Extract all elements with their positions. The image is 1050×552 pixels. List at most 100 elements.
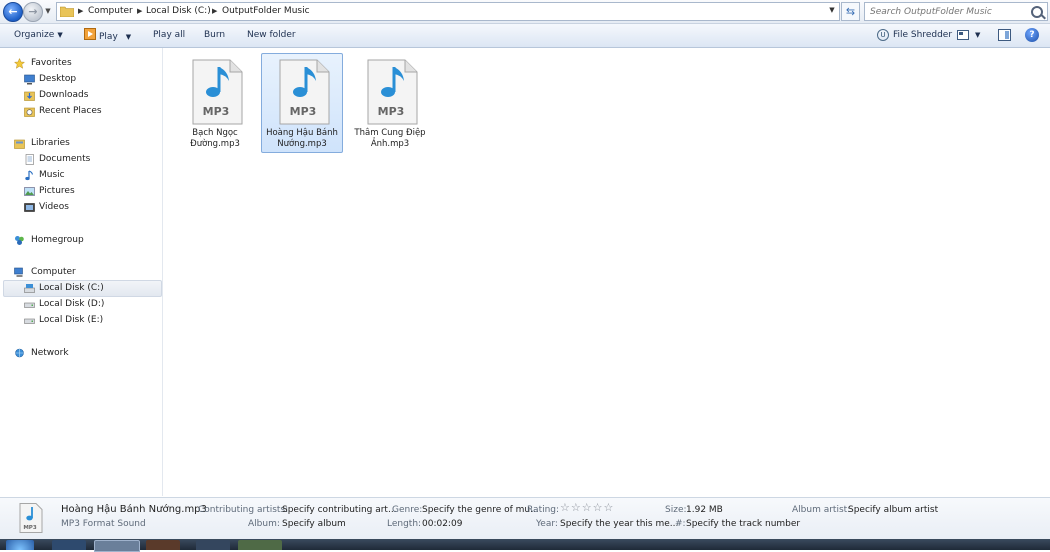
album-value[interactable]: Specify album xyxy=(282,518,346,530)
nav-videos[interactable]: Videos xyxy=(24,200,144,215)
breadcrumb-local-disk-c[interactable]: Local Disk (C:) xyxy=(146,5,211,18)
file-list-pane[interactable]: MP3 Bạch Ngọc Đường.mp3 MP3 Hoàng Hậu Bá… xyxy=(163,48,1050,496)
nav-label: Local Disk (C:) xyxy=(39,283,104,293)
search-icon[interactable] xyxy=(1031,6,1043,18)
nav-computer[interactable]: Computer xyxy=(14,265,134,280)
taskbar-button-ie[interactable] xyxy=(52,540,86,550)
length-value: 00:02:09 xyxy=(422,519,463,529)
album-artist-label: Album artist: xyxy=(792,505,851,515)
nav-libraries[interactable]: Libraries xyxy=(14,136,134,151)
mp3-icon-label: MP3 xyxy=(203,105,230,118)
view-options-icon[interactable] xyxy=(957,29,970,41)
hard-drive-icon xyxy=(24,318,35,324)
nav-label: Local Disk (E:) xyxy=(39,315,104,325)
homegroup-icon xyxy=(15,236,24,245)
year-value[interactable]: Specify the year this me... xyxy=(560,518,678,530)
nav-label: Homegroup xyxy=(31,235,84,245)
chevron-down-icon[interactable]: ▼ xyxy=(126,33,131,41)
play-all-button[interactable]: Play all xyxy=(153,28,185,43)
mp3-icon-label: MP3 xyxy=(378,105,405,118)
size-value: 1.92 MB xyxy=(686,505,723,515)
file-name: Hoàng Hậu Bánh Nướng.mp3 xyxy=(262,128,342,150)
file-item-hoang-hau-banh-nuong[interactable]: MP3 Hoàng Hậu Bánh Nướng.mp3 xyxy=(261,53,343,153)
track-number-value[interactable]: Specify the track number xyxy=(686,518,800,530)
nav-local-disk-d[interactable]: Local Disk (D:) xyxy=(24,297,144,312)
nav-label: Libraries xyxy=(31,138,70,148)
videos-icon xyxy=(24,203,35,212)
mp3-file-icon: MP3 xyxy=(192,59,243,125)
file-shredder-button[interactable]: U File Shredder xyxy=(877,28,952,43)
rating-label: Rating: xyxy=(527,505,560,515)
start-button[interactable] xyxy=(6,540,34,550)
address-dropdown-icon[interactable]: ▼ xyxy=(826,2,838,19)
taskbar-button-explorer[interactable] xyxy=(94,540,140,552)
file-name-line: Bạch Ngọc xyxy=(192,128,238,138)
nav-desktop[interactable]: Desktop xyxy=(24,72,144,87)
play-button[interactable]: Play ▼ xyxy=(84,28,131,43)
nav-favorites[interactable]: Favorites xyxy=(14,56,134,71)
nav-label: Music xyxy=(39,170,65,180)
address-field[interactable]: ▶ Computer ▶ Local Disk (C:) ▶ OutputFol… xyxy=(56,2,840,21)
breadcrumb-separator-icon[interactable]: ▶ xyxy=(78,5,83,18)
mp3-thumbnail-icon: MP3 xyxy=(19,503,43,533)
organize-button[interactable]: Organize ▼ xyxy=(14,28,63,43)
file-name-line: Hoàng Hậu Bánh xyxy=(266,128,338,138)
nav-music[interactable]: Music xyxy=(24,168,144,183)
search-box[interactable] xyxy=(864,2,1048,21)
nav-local-disk-e[interactable]: Local Disk (E:) xyxy=(24,313,144,328)
details-filetype: MP3 Format Sound xyxy=(61,519,146,529)
refresh-button[interactable]: ⇆ xyxy=(841,2,860,21)
breadcrumb-separator-icon[interactable]: ▶ xyxy=(212,5,217,18)
nav-label: Videos xyxy=(39,202,69,212)
nav-downloads[interactable]: Downloads xyxy=(24,88,144,103)
taskbar xyxy=(0,539,1050,552)
preview-pane-icon[interactable] xyxy=(998,29,1011,41)
rating-stars-icon[interactable]: ☆☆☆☆☆ xyxy=(560,502,614,514)
music-note-icon xyxy=(25,170,34,181)
nav-documents[interactable]: Documents xyxy=(24,152,144,167)
local-disk-c-icon xyxy=(24,284,35,293)
help-icon[interactable]: ? xyxy=(1025,28,1039,42)
back-button[interactable]: ← xyxy=(3,2,23,22)
search-input[interactable] xyxy=(865,3,1035,20)
forward-button[interactable]: → xyxy=(23,2,43,22)
file-name-line: Đường.mp3 xyxy=(190,139,240,149)
nav-label: Computer xyxy=(31,267,76,277)
breadcrumb-computer[interactable]: Computer xyxy=(88,5,133,18)
breadcrumb-separator-icon[interactable]: ▶ xyxy=(137,5,142,18)
file-name: Thâm Cung Điệp Ảnh.mp3 xyxy=(350,128,430,150)
genre-value[interactable]: Specify the genre of mu... xyxy=(422,504,539,516)
new-folder-button[interactable]: New folder xyxy=(247,28,296,43)
star-icon xyxy=(14,58,25,69)
file-item-tham-cung-diep-anh[interactable]: MP3 Thâm Cung Điệp Ảnh.mp3 xyxy=(349,53,431,153)
year-label: Year: xyxy=(536,519,558,529)
address-bar: ← → ▼ ▶ Computer ▶ Local Disk (C:) ▶ Out… xyxy=(0,0,1050,24)
recent-pages-dropdown[interactable]: ▼ xyxy=(43,3,53,19)
contributing-artists-value[interactable]: Specify contributing art... xyxy=(282,504,397,516)
downloads-folder-icon xyxy=(24,91,35,101)
file-name-line: Nướng.mp3 xyxy=(277,139,327,149)
pictures-icon xyxy=(24,187,35,196)
breadcrumb-outputfolder-music[interactable]: OutputFolder Music xyxy=(222,5,310,18)
nav-label: Desktop xyxy=(39,74,77,84)
network-icon xyxy=(15,348,24,358)
nav-pictures[interactable]: Pictures xyxy=(24,184,144,199)
contributing-artists-label: Contributing artists: xyxy=(198,505,289,515)
nav-label: Recent Places xyxy=(39,106,102,116)
taskbar-button-app[interactable] xyxy=(146,540,180,550)
nav-network[interactable]: Network xyxy=(14,346,134,361)
folder-icon xyxy=(60,6,74,17)
view-dropdown-icon[interactable]: ▼ xyxy=(975,28,980,43)
file-shredder-label: File Shredder xyxy=(893,30,953,40)
mp3-file-icon: MP3 xyxy=(279,59,330,125)
album-artist-value[interactable]: Specify album artist xyxy=(848,504,938,516)
nav-local-disk-c[interactable]: Local Disk (C:) xyxy=(3,280,162,297)
taskbar-button-app[interactable] xyxy=(196,540,230,550)
nav-label: Favorites xyxy=(31,58,72,68)
burn-button[interactable]: Burn xyxy=(204,28,225,43)
details-pane: MP3 Hoàng Hậu Bánh Nướng.mp3 MP3 Format … xyxy=(0,497,1050,540)
taskbar-button-app[interactable] xyxy=(238,540,282,550)
nav-recent-places[interactable]: Recent Places xyxy=(24,104,144,119)
file-item-bach-ngoc-duong[interactable]: MP3 Bạch Ngọc Đường.mp3 xyxy=(174,53,256,153)
nav-homegroup[interactable]: Homegroup xyxy=(14,233,134,248)
